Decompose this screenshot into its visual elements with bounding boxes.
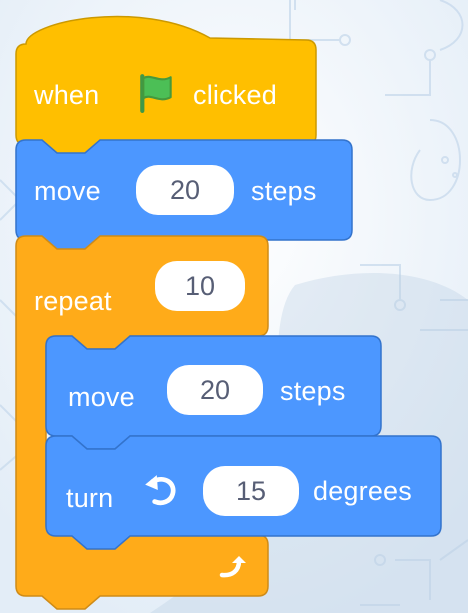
turn-block-shape [45, 435, 442, 550]
turn-unit-label: degrees [313, 476, 412, 506]
turn-label: turn [66, 483, 114, 513]
rotate-left-icon [145, 475, 176, 506]
turn-degrees-input[interactable]: 15 [203, 466, 299, 516]
